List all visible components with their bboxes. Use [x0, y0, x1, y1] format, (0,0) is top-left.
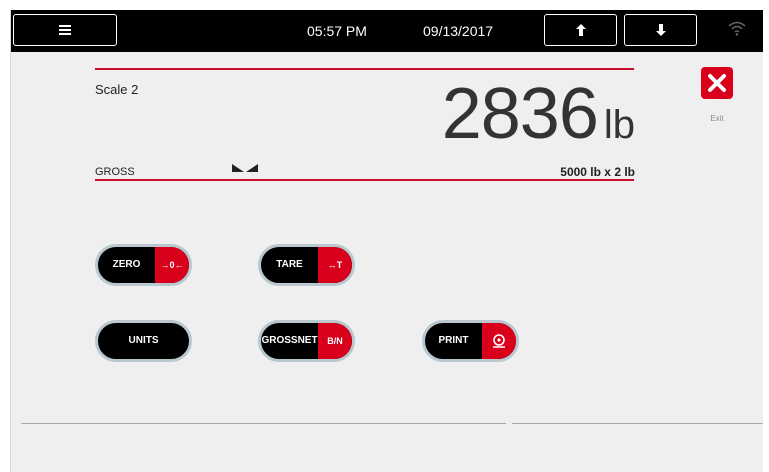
zero-button[interactable]: ZERO →0←: [95, 244, 192, 286]
weight-display-bottom-rule: [95, 179, 634, 181]
stable-indicator-icon: [232, 164, 258, 172]
tare-button-label: TARE: [276, 259, 303, 270]
weight-display-top-rule: [95, 68, 634, 70]
tare-button[interactable]: TARE ↔T: [258, 244, 355, 286]
exit-button[interactable]: [701, 67, 733, 99]
zero-icon: →0←: [155, 247, 189, 283]
close-icon: [708, 74, 726, 92]
scroll-down-button[interactable]: [624, 14, 697, 46]
weight-mode-label: GROSS: [95, 166, 135, 178]
scroll-up-button[interactable]: [544, 14, 617, 46]
wifi-icon: [728, 21, 746, 36]
clock-time: 05:57 PM: [307, 23, 367, 39]
zero-button-label: ZERO: [112, 259, 141, 270]
scale-capacity: 5000 lb x 2 lb: [560, 165, 635, 179]
print-button-label: PRINT: [438, 335, 469, 346]
scale-name: Scale 2: [95, 82, 139, 97]
print-icon: [493, 334, 505, 348]
app-window: 05:57 PM 09/13/2017 Scale 2 2836 lb GROSS…: [10, 10, 763, 472]
weight-unit: lb: [603, 103, 635, 147]
arrow-up-icon: [575, 24, 586, 36]
footer-divider-left: [21, 423, 506, 424]
weight-readout: 2836 lb: [442, 78, 635, 150]
menu-button[interactable]: [13, 14, 117, 46]
exit-label: Exit: [710, 114, 724, 123]
gross-net-icon: B/N: [318, 323, 352, 359]
gross-net-label-line1: GROSS: [261, 335, 298, 346]
hamburger-menu-icon: [59, 25, 71, 35]
units-button-label: UNITS: [128, 335, 159, 346]
gross-net-button-label: GROSS NET: [261, 323, 318, 359]
gross-net-label-line2: NET: [297, 335, 318, 346]
tare-icon: ↔T: [318, 247, 352, 283]
clock-date: 09/13/2017: [423, 23, 494, 39]
top-bar: 05:57 PM 09/13/2017: [11, 10, 763, 52]
print-button[interactable]: PRINT: [422, 320, 519, 362]
footer-divider-right: [512, 423, 763, 424]
units-button[interactable]: UNITS: [95, 320, 192, 362]
arrow-down-icon: [655, 24, 666, 36]
gross-net-button[interactable]: GROSS NET B/N: [258, 320, 355, 362]
weight-value: 2836: [441, 74, 599, 154]
